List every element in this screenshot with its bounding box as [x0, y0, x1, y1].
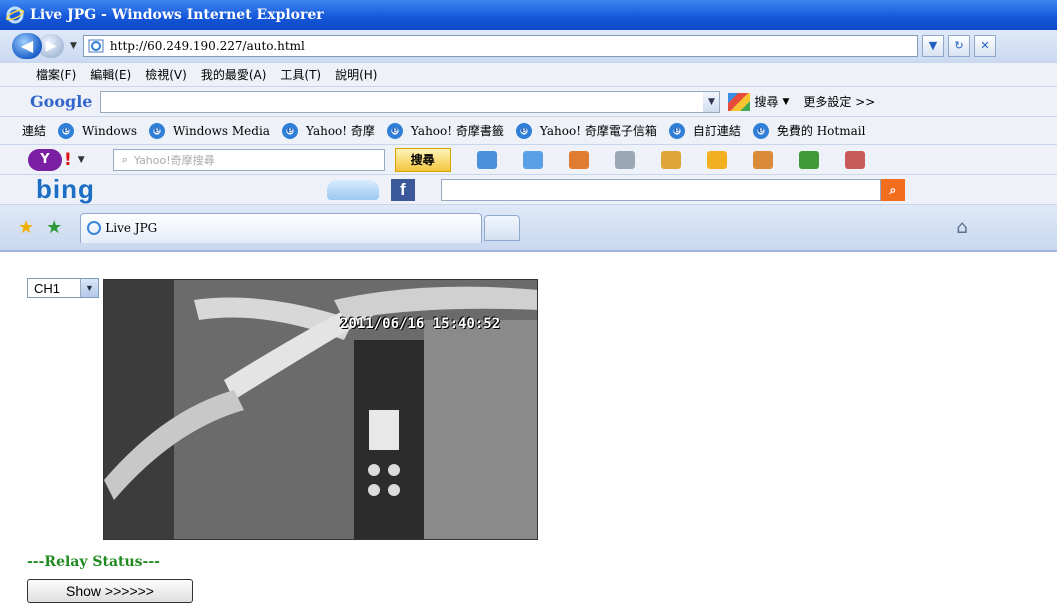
ie-page-icon: e — [149, 122, 166, 139]
bookmark-icon[interactable] — [660, 150, 681, 169]
messenger-icon[interactable] — [614, 150, 635, 169]
browser-chrome: ◀ ▶ ▼ http://60.249.190.227/auto.html ▼ … — [0, 30, 1057, 252]
menu-file[interactable]: 檔案(F) — [36, 66, 76, 83]
ie-page-icon: e — [668, 122, 685, 139]
chevron-down-icon[interactable]: ▼ — [782, 97, 789, 107]
menu-view[interactable]: 檢視(V) — [145, 66, 187, 83]
relay-status-label: ---Relay Status--- — [27, 554, 160, 570]
google-search-button[interactable]: 搜尋 ▼ — [728, 92, 789, 111]
page-content: CH1 ▼ 2011/06/16 15:40:52 ---Relay Statu… — [0, 252, 1057, 608]
ie-page-icon: e — [281, 122, 298, 139]
stop-button[interactable]: ✕ — [973, 35, 996, 57]
yahoo-home-icon[interactable] — [476, 150, 497, 169]
yahoo-toolbar: Y! ▼ ⌕ Yahoo!奇摩搜尋 搜尋 — [0, 145, 1057, 175]
tab-live-jpg[interactable]: Live JPG — [80, 212, 483, 243]
yahoo-search-button[interactable]: 搜尋 — [394, 147, 451, 172]
chevron-down-icon[interactable]: ▼ — [703, 91, 720, 112]
window-title: Live JPG - Windows Internet Explorer — [30, 7, 324, 23]
people-icon[interactable] — [568, 150, 589, 169]
cloud-icon[interactable] — [326, 179, 379, 200]
show-relay-button[interactable]: Show >>>>>> — [27, 579, 193, 603]
loading-icon — [87, 221, 102, 235]
game-icon[interactable] — [798, 150, 819, 169]
fish-icon[interactable] — [706, 150, 727, 169]
link-yahoo-bookmarks[interactable]: e Yahoo! 奇摩書籤 — [386, 122, 504, 139]
menu-bar: 檔案(F) 編輯(E) 檢視(V) 我的最愛(A) 工具(T) 說明(H) — [0, 63, 1057, 87]
menu-favorites[interactable]: 我的最愛(A) — [201, 66, 267, 83]
title-bar: Live JPG - Windows Internet Explorer — [0, 0, 1057, 30]
ie-page-icon: e — [515, 122, 532, 139]
link-hotmail[interactable]: e 免費的 Hotmail — [752, 122, 865, 139]
back-button[interactable]: ◀ — [12, 33, 42, 59]
google-more-settings[interactable]: 更多設定 >> — [803, 93, 875, 110]
link-custom[interactable]: e 自訂連結 — [668, 122, 741, 139]
home-icon[interactable]: ⌂ — [956, 217, 967, 238]
menu-help[interactable]: 說明(H) — [335, 66, 377, 83]
link-yahoo-mail[interactable]: e Yahoo! 奇摩電子信箱 — [515, 122, 657, 139]
bing-search-input[interactable] — [440, 178, 881, 201]
menu-edit[interactable]: 編輯(E) — [90, 66, 131, 83]
bing-toolbar: bing f ⌕ — [0, 174, 1057, 205]
yahoo-logo[interactable]: Y — [28, 148, 62, 171]
link-yahoo[interactable]: e Yahoo! 奇摩 — [281, 122, 375, 139]
link-windows-media[interactable]: e Windows Media — [149, 122, 270, 139]
camera-feed: 2011/06/16 15:40:52 — [103, 279, 538, 540]
address-input[interactable]: http://60.249.190.227/auto.html — [82, 35, 918, 57]
channel-select[interactable]: CH1 ▼ — [27, 278, 99, 298]
yahoo-search-input[interactable]: ⌕ Yahoo!奇摩搜尋 — [112, 148, 385, 171]
address-bar-row: ◀ ▶ ▼ http://60.249.190.227/auto.html ▼ … — [0, 30, 1057, 63]
ie-page-icon: e — [386, 122, 403, 139]
favorites-star-icon[interactable]: ★ — [18, 217, 34, 238]
refresh-button[interactable]: ↻ — [947, 35, 970, 57]
calendar-icon[interactable] — [844, 150, 865, 169]
new-tab-button[interactable] — [484, 214, 521, 241]
camera-timestamp: 2011/06/16 15:40:52 — [340, 316, 501, 332]
bing-logo[interactable]: bing — [36, 174, 95, 205]
chevron-down-icon[interactable]: ▼ — [80, 279, 98, 297]
address-dropdown-button[interactable]: ▼ — [921, 35, 944, 57]
page-icon — [88, 39, 104, 53]
tab-bar: ★ ★ Live JPG ⌂ — [0, 205, 1057, 252]
google-search-input[interactable]: ▼ — [100, 90, 721, 113]
yahoo-exclaim: ! — [64, 149, 72, 170]
search-icon: ⌕ — [121, 152, 128, 166]
link-windows[interactable]: e Windows — [58, 122, 137, 139]
mail-icon[interactable] — [522, 150, 543, 169]
window-icon[interactable] — [752, 150, 773, 169]
facebook-icon[interactable]: f — [390, 178, 415, 201]
google-toolbar: Google ▼ 搜尋 ▼ 更多設定 >> — [0, 87, 1057, 117]
links-toolbar: 連結 e Windows e Windows Media e Yahoo! 奇摩 eY… — [0, 117, 1057, 145]
history-dropdown-icon[interactable]: ▼ — [70, 41, 77, 51]
google-search-icon — [728, 92, 751, 111]
ie-logo-icon — [5, 6, 25, 24]
links-label: 連結 — [22, 124, 47, 138]
google-logo: Google — [30, 92, 93, 111]
menu-tools[interactable]: 工具(T) — [280, 66, 321, 83]
add-favorite-icon[interactable]: ★ — [46, 217, 62, 238]
search-icon[interactable]: ⌕ — [880, 178, 905, 201]
ie-page-icon: e — [58, 122, 75, 139]
chevron-down-icon[interactable]: ▼ — [78, 155, 85, 165]
ie-page-icon: e — [752, 122, 769, 139]
url-text: http://60.249.190.227/auto.html — [109, 39, 305, 53]
